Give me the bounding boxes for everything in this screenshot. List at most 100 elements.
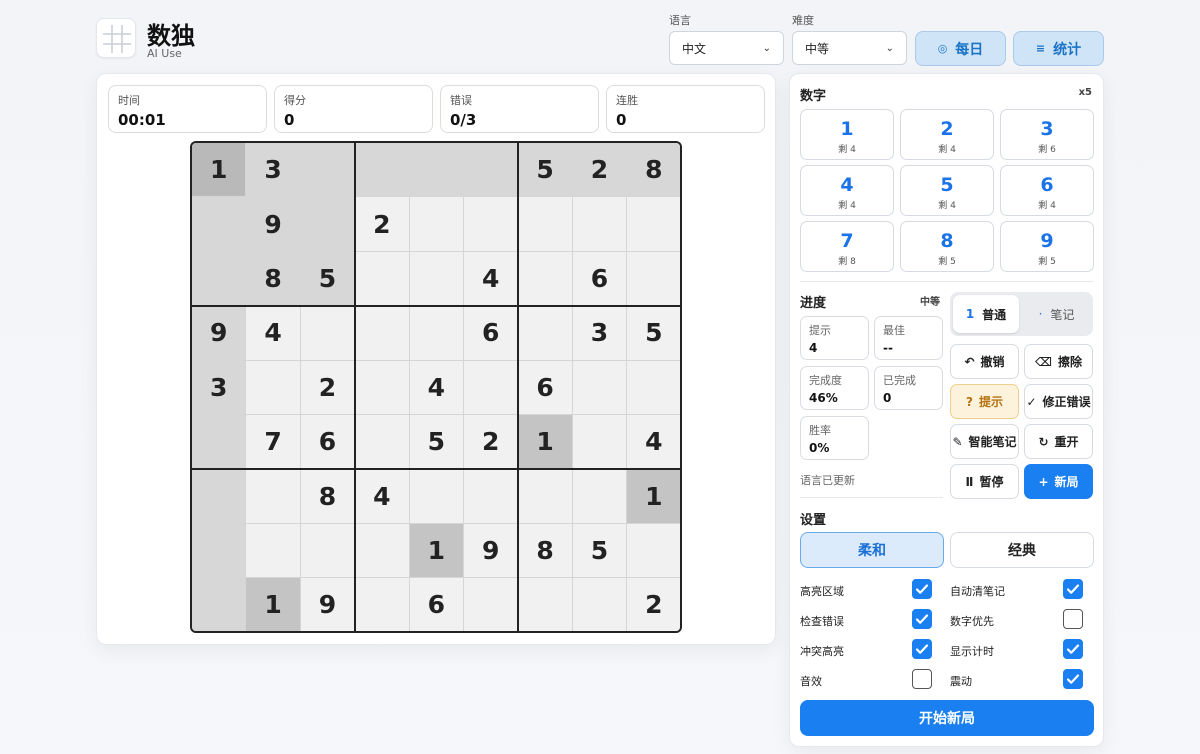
- sudoku-cell[interactable]: [192, 197, 247, 252]
- number-button-8[interactable]: 8 剩 5: [900, 221, 994, 272]
- sudoku-cell[interactable]: 8: [300, 469, 356, 524]
- sudoku-cell[interactable]: [627, 197, 680, 252]
- number-button-1[interactable]: 1 剩 4: [800, 109, 894, 160]
- setting-checkbox[interactable]: [912, 639, 932, 659]
- sudoku-cell[interactable]: [627, 360, 680, 415]
- sudoku-cell[interactable]: 9: [246, 197, 301, 252]
- sudoku-cell[interactable]: 7: [246, 415, 301, 470]
- sudoku-cell[interactable]: 4: [246, 306, 301, 361]
- setting-checkbox[interactable]: [1063, 609, 1083, 629]
- sudoku-cell[interactable]: [518, 197, 573, 252]
- theme-soft-button[interactable]: 柔和: [800, 532, 944, 568]
- sudoku-cell[interactable]: [464, 469, 519, 524]
- sudoku-cell[interactable]: [192, 523, 247, 579]
- sudoku-cell[interactable]: 5: [300, 251, 356, 307]
- sudoku-cell[interactable]: 5: [518, 143, 573, 198]
- sudoku-cell[interactable]: 1: [246, 578, 301, 631]
- sudoku-cell[interactable]: [409, 469, 464, 524]
- sudoku-cell[interactable]: 2: [627, 578, 680, 631]
- sudoku-cell[interactable]: 5: [572, 523, 628, 579]
- sudoku-cell[interactable]: 8: [627, 143, 680, 198]
- pause-button[interactable]: Ⅱ 暂停: [950, 464, 1019, 499]
- setting-checkbox[interactable]: [1063, 579, 1083, 599]
- sudoku-cell[interactable]: [409, 197, 464, 252]
- sudoku-cell[interactable]: 6: [464, 306, 519, 361]
- sudoku-cell[interactable]: 9: [464, 523, 519, 579]
- sudoku-cell[interactable]: [300, 523, 356, 579]
- sudoku-cell[interactable]: [627, 251, 680, 307]
- number-button-9[interactable]: 9 剩 5: [1000, 221, 1094, 272]
- sudoku-cell[interactable]: 3: [572, 306, 628, 361]
- sudoku-cell[interactable]: 2: [572, 143, 628, 198]
- sudoku-cell[interactable]: [192, 251, 247, 307]
- sudoku-cell[interactable]: 8: [518, 523, 573, 579]
- sudoku-cell[interactable]: [518, 469, 573, 524]
- number-button-5[interactable]: 5 剩 4: [900, 165, 994, 216]
- sudoku-cell[interactable]: [572, 360, 628, 415]
- sudoku-cell[interactable]: 8: [246, 251, 301, 307]
- sudoku-cell[interactable]: 5: [409, 415, 464, 470]
- sudoku-cell[interactable]: 3: [192, 360, 247, 415]
- theme-classic-button[interactable]: 经典: [950, 532, 1094, 568]
- sudoku-cell[interactable]: 6: [572, 251, 628, 307]
- sudoku-cell[interactable]: 6: [409, 578, 464, 631]
- difficulty-select[interactable]: 中等 ⌄: [792, 31, 907, 65]
- sudoku-cell[interactable]: [355, 306, 410, 361]
- sudoku-cell[interactable]: [355, 360, 410, 415]
- sudoku-cell[interactable]: 4: [355, 469, 410, 524]
- sudoku-cell[interactable]: [464, 197, 519, 252]
- sudoku-cell[interactable]: [192, 415, 247, 470]
- stats-button[interactable]: ≡ 统计: [1013, 31, 1104, 66]
- setting-checkbox[interactable]: [912, 579, 932, 599]
- sudoku-cell[interactable]: 5: [627, 306, 680, 361]
- sudoku-cell[interactable]: [464, 143, 519, 198]
- sudoku-cell[interactable]: [464, 360, 519, 415]
- sudoku-cell[interactable]: [355, 523, 410, 579]
- language-select[interactable]: 中文 ⌄: [669, 31, 784, 65]
- sudoku-cell[interactable]: [572, 415, 628, 470]
- sudoku-cell[interactable]: [246, 469, 301, 524]
- hint-button[interactable]: ? 提示: [950, 384, 1019, 419]
- mode-normal-button[interactable]: 1 普通: [953, 295, 1019, 333]
- sudoku-cell[interactable]: 2: [300, 360, 356, 415]
- sudoku-cell[interactable]: [627, 523, 680, 579]
- start-new-game-button[interactable]: 开始新局: [800, 700, 1094, 736]
- sudoku-cell[interactable]: [300, 143, 356, 198]
- new-game-button[interactable]: + 新局: [1024, 464, 1093, 499]
- sudoku-cell[interactable]: 6: [300, 415, 356, 470]
- number-button-4[interactable]: 4 剩 4: [800, 165, 894, 216]
- setting-checkbox[interactable]: [1063, 669, 1083, 689]
- setting-checkbox[interactable]: [912, 609, 932, 629]
- sudoku-cell[interactable]: [572, 197, 628, 252]
- number-button-3[interactable]: 3 剩 6: [1000, 109, 1094, 160]
- sudoku-cell[interactable]: 1: [518, 415, 573, 470]
- restart-button[interactable]: ↻ 重开: [1024, 424, 1093, 459]
- number-button-6[interactable]: 6 剩 4: [1000, 165, 1094, 216]
- erase-button[interactable]: ⌫ 擦除: [1024, 344, 1093, 379]
- sudoku-cell[interactable]: [246, 360, 301, 415]
- setting-checkbox[interactable]: [1063, 639, 1083, 659]
- sudoku-cell[interactable]: 4: [627, 415, 680, 470]
- sudoku-cell[interactable]: [572, 578, 628, 631]
- sudoku-cell[interactable]: 6: [518, 360, 573, 415]
- sudoku-cell[interactable]: [409, 251, 464, 307]
- mode-notes-button[interactable]: · 笔记: [1023, 295, 1090, 333]
- undo-button[interactable]: ↶ 撤销: [950, 344, 1019, 379]
- sudoku-cell[interactable]: 4: [409, 360, 464, 415]
- sudoku-cell[interactable]: 1: [192, 143, 247, 198]
- sudoku-cell[interactable]: 9: [192, 306, 247, 361]
- smart-notes-button[interactable]: ✎ 智能笔记: [950, 424, 1019, 459]
- sudoku-cell[interactable]: [300, 306, 356, 361]
- daily-button[interactable]: ◎ 每日: [915, 31, 1006, 66]
- sudoku-cell[interactable]: 2: [464, 415, 519, 470]
- sudoku-cell[interactable]: [572, 469, 628, 524]
- sudoku-cell[interactable]: [246, 523, 301, 579]
- sudoku-cell[interactable]: 9: [300, 578, 356, 631]
- sudoku-cell[interactable]: [192, 469, 247, 524]
- sudoku-cell[interactable]: 1: [627, 469, 680, 524]
- sudoku-cell[interactable]: [409, 306, 464, 361]
- number-button-2[interactable]: 2 剩 4: [900, 109, 994, 160]
- sudoku-cell[interactable]: [355, 251, 410, 307]
- sudoku-cell[interactable]: [409, 143, 464, 198]
- sudoku-cell[interactable]: 4: [464, 251, 519, 307]
